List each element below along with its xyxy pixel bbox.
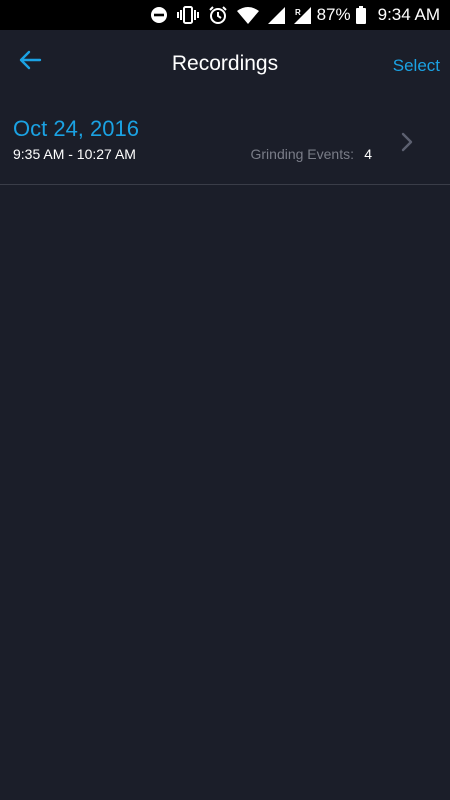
chevron-right-icon (400, 131, 414, 153)
alarm-icon (208, 5, 228, 25)
svg-text:R: R (295, 8, 301, 17)
app-bar: Recordings Select (0, 30, 450, 100)
recording-row[interactable]: Oct 24, 2016 9:35 AM - 10:27 AM Grinding… (0, 100, 450, 185)
recording-date: Oct 24, 2016 (13, 116, 139, 141)
page-title: Recordings (171, 52, 279, 75)
recordings-list: Oct 24, 2016 9:35 AM - 10:27 AM Grinding… (0, 100, 450, 185)
roaming-signal-icon: R (293, 6, 311, 24)
do-not-disturb-icon (150, 6, 168, 24)
select-button[interactable]: Select (393, 56, 440, 76)
battery-icon (355, 6, 366, 24)
recording-time-range: 9:35 AM - 10:27 AM (13, 146, 136, 162)
status-time: 9:34 AM (377, 5, 440, 24)
signal-icon (267, 6, 285, 24)
vibrate-icon (176, 6, 199, 24)
grinding-events-label: Grinding Events: (250, 146, 355, 162)
wifi-icon (236, 6, 259, 24)
grinding-events-count: 4 (364, 146, 372, 162)
battery-percent: 87% (316, 5, 351, 24)
status-bar: R 87% 9:34 AM (0, 0, 450, 30)
